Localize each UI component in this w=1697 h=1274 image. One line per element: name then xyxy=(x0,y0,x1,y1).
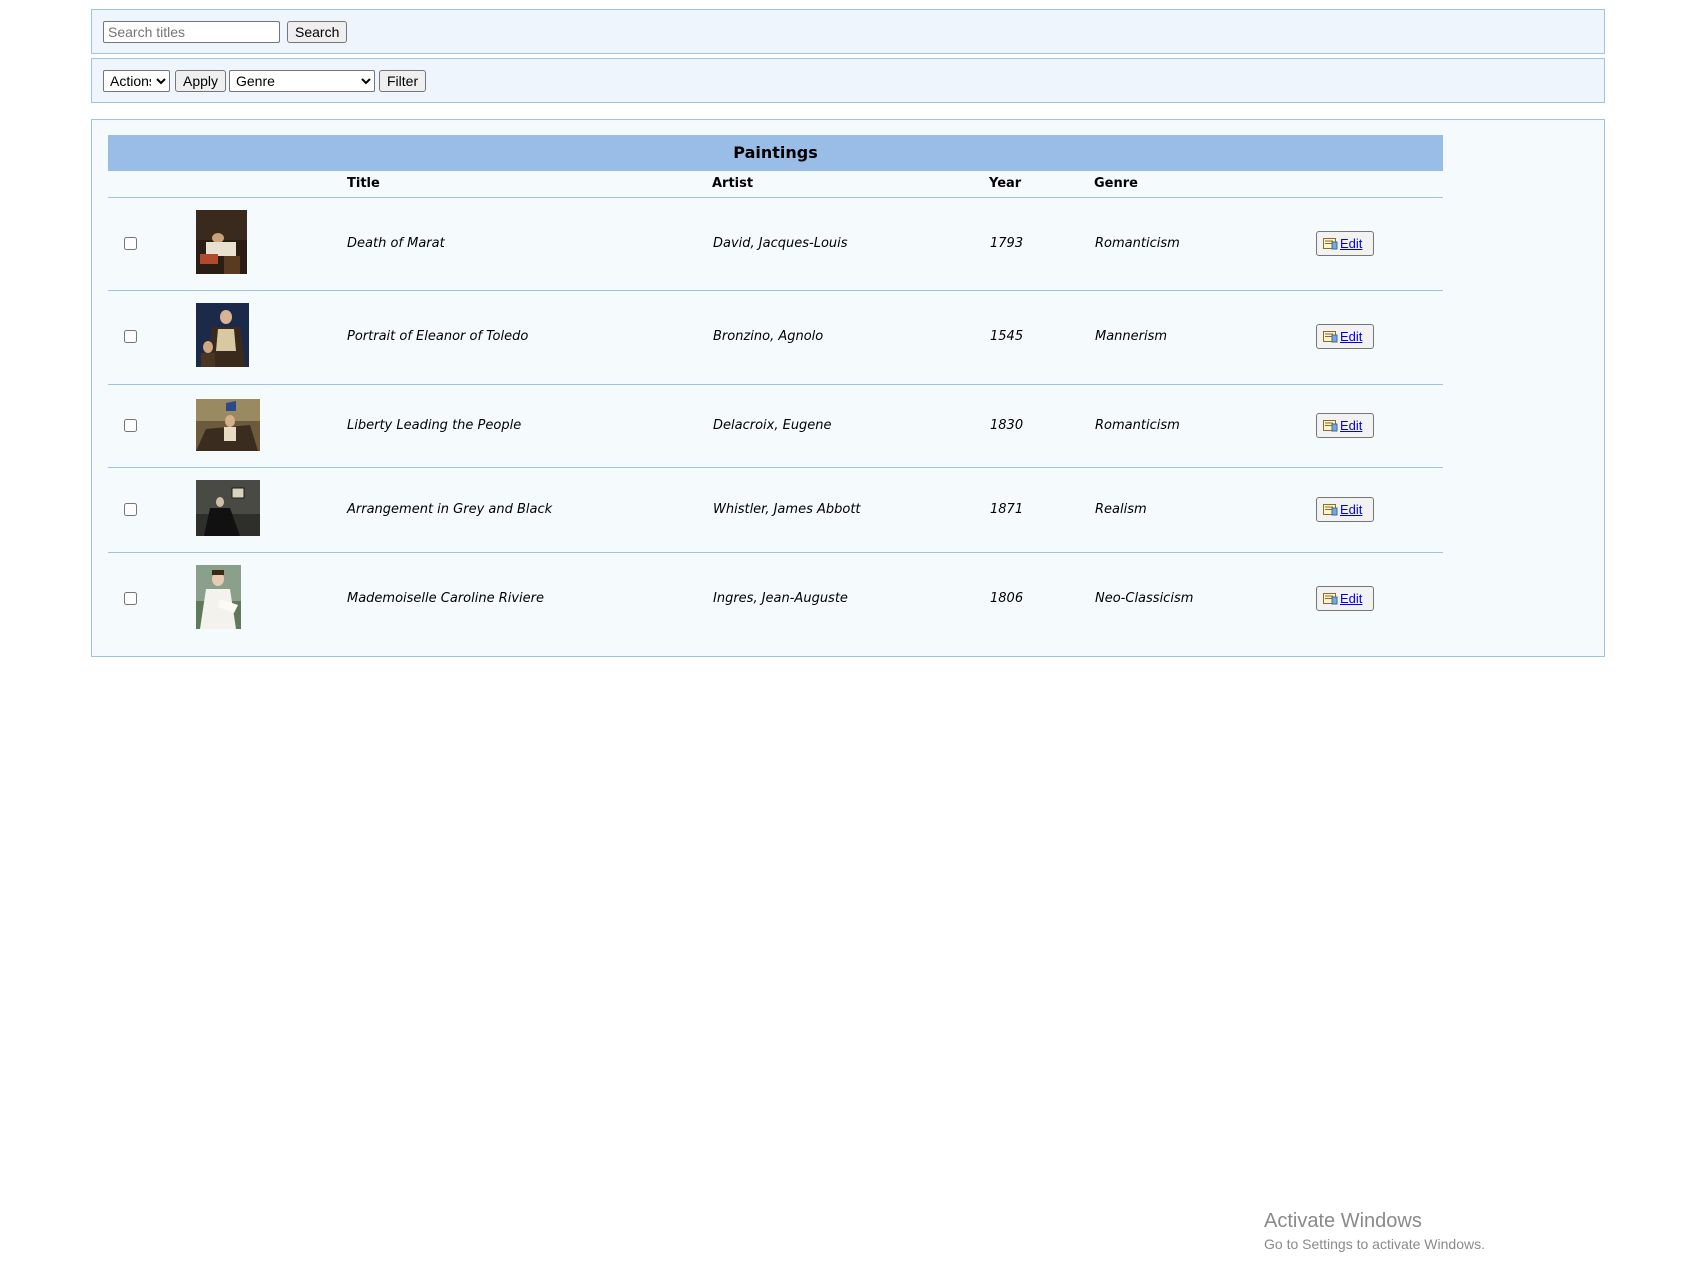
edit-icon xyxy=(1323,504,1338,516)
painting-thumbnail xyxy=(196,303,249,367)
painting-artist: David, Jacques-Louis xyxy=(713,236,848,251)
painting-year: 1806 xyxy=(990,591,1024,606)
search-button[interactable]: Search xyxy=(287,21,348,43)
painting-year: 1545 xyxy=(990,329,1024,344)
edit-icon xyxy=(1323,420,1338,432)
windows-activation-watermark: Activate Windows Go to Settings to activ… xyxy=(1264,1210,1485,1252)
painting-year: 1871 xyxy=(990,502,1024,517)
edit-button[interactable]: Edit xyxy=(1316,324,1374,349)
edit-icon xyxy=(1323,238,1338,250)
painting-title: Liberty Leading the People xyxy=(347,418,522,433)
row-checkbox[interactable] xyxy=(124,503,137,516)
genre-select[interactable]: Genre xyxy=(229,70,375,92)
table-row: Liberty Leading the People Delacroix, Eu… xyxy=(108,385,1443,468)
edit-button[interactable]: Edit xyxy=(1316,231,1374,256)
column-header-year: Year xyxy=(989,176,1022,191)
edit-label: Edit xyxy=(1340,591,1363,606)
watermark-title: Activate Windows xyxy=(1264,1210,1422,1232)
paintings-table: Paintings Title Artist Year Genre Death … xyxy=(108,135,1443,645)
filter-button[interactable]: Filter xyxy=(379,70,427,92)
painting-thumbnail xyxy=(196,565,241,629)
painting-genre: Mannerism xyxy=(1095,329,1168,344)
edit-button[interactable]: Edit xyxy=(1316,586,1374,611)
painting-title: Death of Marat xyxy=(347,236,445,251)
search-bar-panel: Search xyxy=(91,9,1605,54)
column-header-artist: Artist xyxy=(712,176,754,191)
edit-label: Edit xyxy=(1340,236,1363,251)
table-caption: Paintings xyxy=(108,135,1443,171)
painting-thumbnail xyxy=(196,210,247,274)
table-header-row: Title Artist Year Genre xyxy=(108,171,1443,198)
painting-thumbnail xyxy=(196,480,260,536)
painting-artist: Delacroix, Eugene xyxy=(713,418,832,433)
watermark-subtitle: Go to Settings to activate Windows. xyxy=(1264,1236,1485,1252)
actions-select[interactable]: Actions xyxy=(103,70,170,92)
painting-genre: Neo-Classicism xyxy=(1095,591,1194,606)
painting-genre: Romanticism xyxy=(1095,236,1180,251)
painting-title: Mademoiselle Caroline Riviere xyxy=(347,591,545,606)
edit-icon xyxy=(1323,593,1338,605)
row-checkbox[interactable] xyxy=(124,592,137,605)
table-row: Death of Marat David, Jacques-Louis 1793… xyxy=(108,198,1443,291)
painting-artist: Bronzino, Agnolo xyxy=(713,329,824,344)
table-row: Mademoiselle Caroline Riviere Ingres, Je… xyxy=(108,553,1443,645)
painting-genre: Romanticism xyxy=(1095,418,1180,433)
painting-artist: Ingres, Jean-Auguste xyxy=(713,591,848,606)
apply-button[interactable]: Apply xyxy=(175,70,227,92)
painting-genre: Realism xyxy=(1095,502,1147,517)
column-header-genre: Genre xyxy=(1094,176,1138,191)
search-input[interactable] xyxy=(103,21,280,43)
edit-label: Edit xyxy=(1340,329,1363,344)
row-checkbox[interactable] xyxy=(124,237,137,250)
actions-filter-panel: Actions Apply Genre Filter xyxy=(91,58,1605,103)
painting-artist: Whistler, James Abbott xyxy=(713,502,861,517)
row-checkbox[interactable] xyxy=(124,419,137,432)
table-row: Portrait of Eleanor of Toledo Bronzino, … xyxy=(108,291,1443,385)
edit-label: Edit xyxy=(1340,502,1363,517)
painting-title: Arrangement in Grey and Black xyxy=(347,502,553,517)
painting-thumbnail xyxy=(196,399,260,451)
paintings-panel: Paintings Title Artist Year Genre Death … xyxy=(91,119,1605,657)
edit-button[interactable]: Edit xyxy=(1316,413,1374,438)
painting-year: 1793 xyxy=(990,236,1024,251)
row-checkbox[interactable] xyxy=(124,330,137,343)
edit-icon xyxy=(1323,331,1338,343)
edit-label: Edit xyxy=(1340,418,1363,433)
edit-button[interactable]: Edit xyxy=(1316,497,1374,522)
painting-year: 1830 xyxy=(990,418,1024,433)
column-header-title: Title xyxy=(347,176,380,191)
painting-title: Portrait of Eleanor of Toledo xyxy=(347,329,529,344)
table-row: Arrangement in Grey and Black Whistler, … xyxy=(108,468,1443,553)
